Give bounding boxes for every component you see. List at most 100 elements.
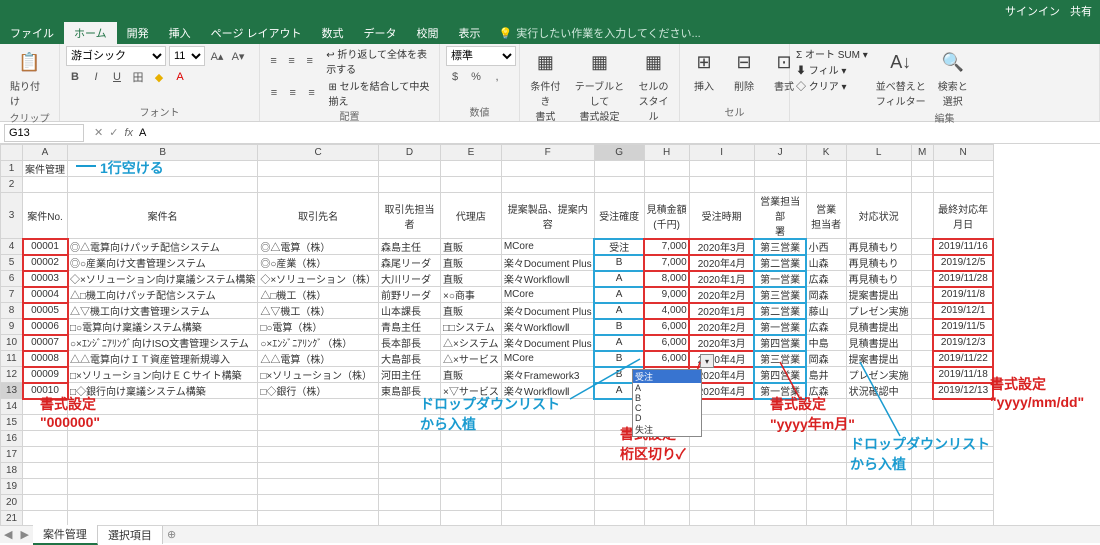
row-header[interactable]: 21	[1, 511, 23, 526]
cell[interactable]	[911, 239, 933, 255]
col-header-H[interactable]: H	[644, 145, 689, 161]
cell[interactable]	[440, 431, 501, 447]
cell[interactable]	[501, 415, 594, 431]
dropdown-option[interactable]: B	[633, 393, 701, 403]
cell[interactable]: △×システム	[440, 335, 501, 351]
cell[interactable]: A	[594, 287, 644, 303]
cell[interactable]	[501, 399, 594, 415]
insert-cells-button[interactable]: ⊞挿入	[686, 46, 722, 95]
cell[interactable]: 青島主任	[378, 319, 440, 335]
row-header[interactable]: 14	[1, 399, 23, 415]
signin-link[interactable]: サインイン	[1005, 3, 1060, 19]
col-header-I[interactable]: I	[689, 145, 754, 161]
cell[interactable]: 広森	[806, 271, 846, 287]
col-header-C[interactable]: C	[258, 145, 379, 161]
row-header[interactable]: 8	[1, 303, 23, 319]
worksheet-grid[interactable]: ABCDEFGHIJKLMN1案件管理23案件No.案件名取引先名取引先担当者代…	[0, 144, 1100, 525]
cell[interactable]: 中島	[806, 335, 846, 351]
cell[interactable]: □×ソリューション向けＥＣサイト構築	[68, 367, 258, 383]
col-header-G[interactable]: G	[594, 145, 644, 161]
cell[interactable]: □○電算（株）	[258, 319, 379, 335]
cell[interactable]: 9,000	[644, 287, 689, 303]
font-name-select[interactable]: 游ゴシック	[66, 46, 166, 66]
cell[interactable]	[689, 463, 754, 479]
cell[interactable]: 2020年2月	[689, 319, 754, 335]
cell[interactable]	[68, 463, 258, 479]
cell[interactable]	[258, 479, 379, 495]
cell[interactable]: ◎○産業向け文書管理システム	[68, 255, 258, 271]
cell[interactable]: 2020年1月	[689, 271, 754, 287]
cell[interactable]	[258, 511, 379, 526]
cell[interactable]	[594, 447, 644, 463]
col-header-B[interactable]: B	[68, 145, 258, 161]
cell[interactable]: 提案書提出	[846, 287, 911, 303]
cell[interactable]: 2019/12/1	[933, 303, 993, 319]
tab-layout[interactable]: ページ レイアウト	[201, 22, 312, 44]
cell[interactable]	[501, 431, 594, 447]
cell[interactable]: ◎○産業（株）	[258, 255, 379, 271]
cell[interactable]: 山森	[806, 255, 846, 271]
col-header-M[interactable]: M	[911, 145, 933, 161]
cell[interactable]: 小西	[806, 239, 846, 255]
col-header-D[interactable]: D	[378, 145, 440, 161]
cell[interactable]: 第三営業	[754, 239, 806, 255]
cell[interactable]: 広森	[806, 319, 846, 335]
cell[interactable]: 第三営業	[754, 287, 806, 303]
cell[interactable]	[806, 431, 846, 447]
title-cell[interactable]: 案件管理	[23, 161, 68, 177]
tab-dev[interactable]: 開発	[117, 22, 159, 44]
cell[interactable]	[933, 415, 993, 431]
row-header[interactable]: 16	[1, 431, 23, 447]
cell[interactable]: A	[594, 335, 644, 351]
tab-data[interactable]: データ	[354, 22, 407, 44]
cell[interactable]	[68, 415, 258, 431]
cell[interactable]	[594, 479, 644, 495]
table-format-button[interactable]: ▦テーブルとして 書式設定	[569, 46, 630, 125]
cell[interactable]: 2019/11/8	[933, 287, 993, 303]
cell[interactable]: 2019/11/5	[933, 319, 993, 335]
cell[interactable]: 6,000	[644, 319, 689, 335]
cell[interactable]	[754, 511, 806, 526]
cell[interactable]: 第四営業	[754, 367, 806, 383]
cell[interactable]	[846, 479, 911, 495]
cell[interactable]: 00010	[23, 383, 68, 399]
font-color-button[interactable]: A	[171, 68, 189, 86]
share-button[interactable]: 共有	[1070, 3, 1092, 19]
col-header-E[interactable]: E	[440, 145, 501, 161]
cell[interactable]	[23, 431, 68, 447]
column-header-cell[interactable]: 提案製品、提案内容	[501, 193, 594, 239]
cell[interactable]	[933, 495, 993, 511]
col-header-F[interactable]: F	[501, 145, 594, 161]
row-header[interactable]: 5	[1, 255, 23, 271]
dropdown-option[interactable]: 受注	[633, 370, 701, 383]
cell[interactable]	[440, 511, 501, 526]
cell[interactable]: 山本課長	[378, 303, 440, 319]
cell[interactable]: 藤山	[806, 303, 846, 319]
column-header-cell[interactable]: 見積金額 (千円)	[644, 193, 689, 239]
column-header-cell[interactable]: 案件No.	[23, 193, 68, 239]
cell[interactable]: 00009	[23, 367, 68, 383]
cell[interactable]: 再見積もり	[846, 239, 911, 255]
cell[interactable]	[911, 287, 933, 303]
align-mid-icon[interactable]: ≡	[284, 52, 299, 70]
row-header[interactable]: 13	[1, 383, 23, 399]
cell[interactable]	[911, 303, 933, 319]
wrap-text-button[interactable]: ↩ 折り返して全体を表示する	[326, 46, 433, 76]
cell[interactable]: 長本部長	[378, 335, 440, 351]
column-header-cell[interactable]: 営業 担当者	[806, 193, 846, 239]
column-header-cell[interactable]: 最終対応年 月日	[933, 193, 993, 239]
cell[interactable]	[440, 399, 501, 415]
cell[interactable]	[258, 463, 379, 479]
cell[interactable]	[23, 415, 68, 431]
cell[interactable]: 00001	[23, 239, 68, 255]
align-top-icon[interactable]: ≡	[266, 52, 281, 70]
cell[interactable]: 00006	[23, 319, 68, 335]
cell[interactable]: MCore	[501, 239, 594, 255]
cell[interactable]: △□機工（株）	[258, 287, 379, 303]
column-header-cell[interactable]: 受注確度	[594, 193, 644, 239]
merge-center-button[interactable]: ⊞ セルを結合して中央揃え	[328, 78, 433, 108]
sheet-nav-prev[interactable]: ◀	[0, 528, 16, 541]
cell[interactable]: 楽々Document Plus	[501, 255, 594, 271]
row-header[interactable]: 4	[1, 239, 23, 255]
cell[interactable]	[68, 431, 258, 447]
